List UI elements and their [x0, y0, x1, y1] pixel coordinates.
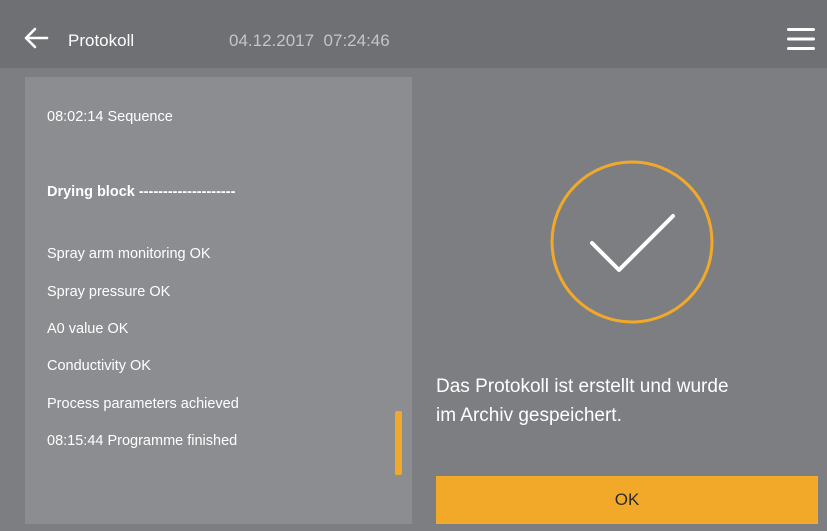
status-message: Das Protokoll ist erstellt und wurde im … — [436, 372, 816, 430]
scrollbar-thumb[interactable] — [395, 411, 402, 475]
arrow-left-icon — [24, 27, 49, 49]
status-message-line: Das Protokoll ist erstellt und wurde — [436, 376, 729, 397]
log-line: 08:15:44 Programme finished — [47, 433, 238, 449]
ok-button[interactable]: OK — [436, 476, 818, 524]
header-time: 07:24:46 — [323, 31, 390, 50]
menu-button[interactable] — [786, 27, 816, 51]
log-line: Spray pressure OK — [47, 284, 171, 300]
status-message-line: im Archiv gespeichert. — [436, 405, 622, 426]
log-line: A0 value OK — [47, 321, 129, 337]
checkmark-circle-icon — [550, 160, 714, 324]
header-datetime: 04.12.2017 07:24:46 — [229, 31, 390, 51]
log-line: 08:02:14 Sequence — [47, 109, 173, 125]
back-button[interactable] — [22, 24, 50, 52]
log-line: Spray arm monitoring OK — [47, 246, 211, 262]
log-line-section-heading: Drying block -------------------- — [47, 184, 236, 200]
protocol-log-panel[interactable]: 08:02:14 Sequence Drying block ---------… — [25, 77, 412, 524]
log-line: Process parameters achieved — [47, 396, 239, 412]
header-bar: Protokoll 04.12.2017 07:24:46 — [0, 0, 827, 68]
hamburger-menu-icon — [787, 28, 815, 50]
page-title: Protokoll — [68, 31, 135, 50]
log-line: Conductivity OK — [47, 358, 151, 374]
header-date: 04.12.2017 — [229, 31, 315, 50]
